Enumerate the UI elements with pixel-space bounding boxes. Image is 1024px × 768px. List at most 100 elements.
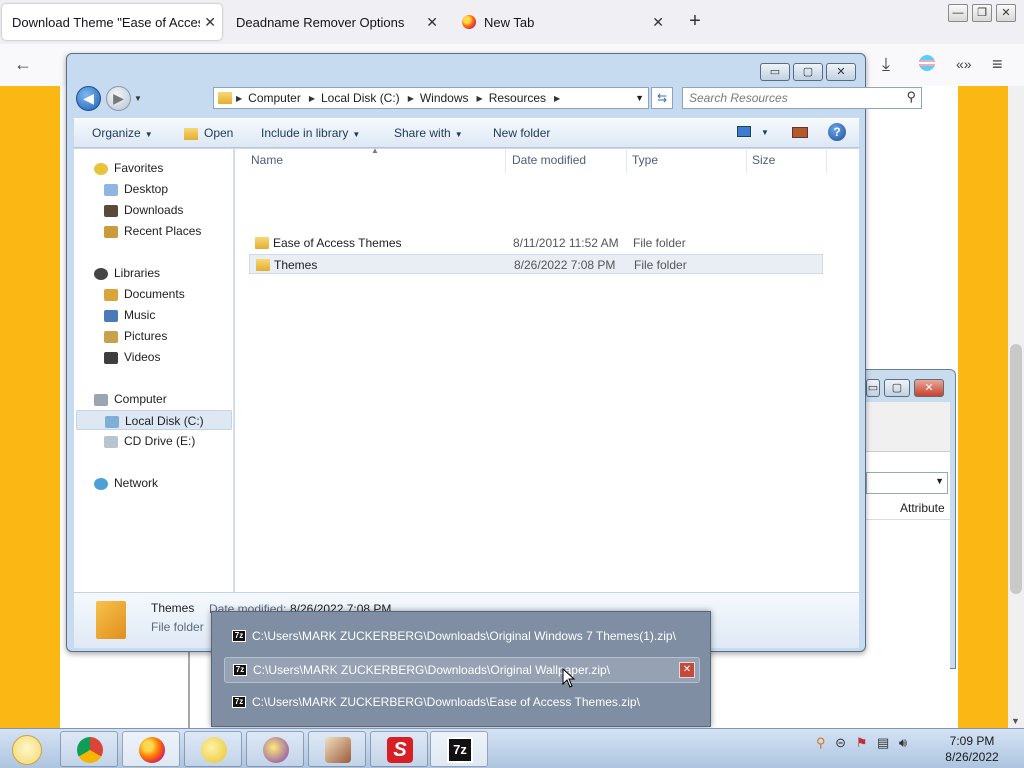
system-tray: ⚲ ⊝ ⚑ ▤ 🔊︎ xyxy=(816,735,907,751)
column-separator[interactable] xyxy=(746,149,747,173)
remove-item-icon[interactable]: ✕ xyxy=(679,662,695,678)
organize-button[interactable]: Organize ▼ xyxy=(92,126,153,140)
close-icon[interactable]: ✕ xyxy=(426,14,438,31)
menu-icon[interactable]: ≡ xyxy=(992,54,1003,75)
download-icon[interactable]: ⤓ xyxy=(882,54,890,75)
recent-pages-chevron-icon[interactable]: ▼ xyxy=(134,94,142,103)
column-header-type[interactable]: Type xyxy=(632,153,658,167)
taskbar-messenger[interactable] xyxy=(184,731,242,767)
flag-tray-icon[interactable]: ⚑ xyxy=(856,735,868,750)
address-combo[interactable]: ▼ xyxy=(866,472,948,494)
minimize-button[interactable]: ▭ xyxy=(760,63,790,81)
volume-icon[interactable]: 🔊︎ xyxy=(899,735,907,750)
address-dropdown-icon[interactable]: ▼ xyxy=(635,93,644,103)
breadcrumb-windows[interactable]: Windows xyxy=(414,91,477,105)
search-input[interactable]: Search Resources ⚲ xyxy=(682,87,922,109)
tab-title: Deadname Remover Options xyxy=(236,14,405,30)
preview-pane-button[interactable] xyxy=(792,125,808,139)
taskbar-app[interactable] xyxy=(308,731,366,767)
column-header-date-modified[interactable]: Date modified xyxy=(512,153,586,167)
column-separator[interactable] xyxy=(626,149,627,173)
maximize-button[interactable]: ▢ xyxy=(793,63,823,81)
chrome-icon xyxy=(77,737,103,763)
column-separator[interactable] xyxy=(505,149,506,173)
address-bar[interactable]: ▶ Computer ▶ Local Disk (C:) ▶ Windows ▶… xyxy=(213,87,649,109)
file-row-ease-of-access-themes[interactable]: Ease of Access Themes 8/11/2012 11:52 AM… xyxy=(249,233,823,253)
taskbar-s-app[interactable]: S xyxy=(370,731,428,767)
minimize-button[interactable]: — xyxy=(948,4,968,22)
tab-new-tab[interactable]: New Tab ✕ xyxy=(452,4,670,40)
start-button[interactable] xyxy=(2,731,54,767)
extension-flag-icon[interactable] xyxy=(918,54,936,77)
sort-ascending-icon: ▲ xyxy=(371,146,379,155)
open-button[interactable]: Open xyxy=(184,126,233,140)
nav-local-disk[interactable]: Local Disk (C:) xyxy=(76,410,232,430)
include-in-library-button[interactable]: Include in library ▼ xyxy=(261,126,360,140)
chevron-down-icon[interactable]: ▼ xyxy=(935,476,944,486)
nav-label: Local Disk (C:) xyxy=(125,414,204,428)
maximize-button[interactable]: ▢ xyxy=(884,379,910,397)
file-row-themes[interactable]: Themes 8/26/2022 7:08 PM File folder xyxy=(249,254,823,274)
page-content-right xyxy=(958,86,1008,728)
7zip-icon: 7z xyxy=(233,664,247,676)
search-tray-icon[interactable]: ⚲ xyxy=(816,735,826,750)
close-window-button[interactable]: ✕ xyxy=(914,379,944,397)
back-button[interactable]: ◀ xyxy=(76,86,101,111)
jump-list-item[interactable]: 7z C:\Users\MARK ZUCKERBERG\Downloads\Or… xyxy=(224,657,700,683)
taskbar-7zip[interactable]: 7z xyxy=(430,731,488,767)
scrollbar-thumb[interactable] xyxy=(1010,344,1022,594)
firefox-icon xyxy=(139,737,165,763)
background-7zip-window[interactable]: ▭ ▢ ✕ ▼ Attribute xyxy=(866,369,956,672)
breadcrumb-computer[interactable]: Computer xyxy=(242,91,309,105)
breadcrumb-local-disk[interactable]: Local Disk (C:) xyxy=(315,91,408,105)
column-header-size[interactable]: Size xyxy=(752,153,775,167)
7zip-jump-list: 7z C:\Users\MARK ZUCKERBERG\Downloads\Or… xyxy=(211,611,711,727)
close-window-button[interactable]: ✕ xyxy=(996,4,1016,22)
extension-icon[interactable]: «» xyxy=(956,56,972,72)
jump-list-item[interactable]: 7z C:\Users\MARK ZUCKERBERG\Downloads\Or… xyxy=(224,624,700,650)
include-in-library-label: Include in library xyxy=(261,126,349,140)
nav-favorites[interactable]: Favorites xyxy=(94,158,250,178)
refresh-button[interactable]: ⇆ xyxy=(651,87,673,109)
nav-libraries[interactable]: Libraries xyxy=(94,263,250,283)
documents-icon xyxy=(104,288,118,301)
share-with-button[interactable]: Share with ▼ xyxy=(394,126,463,140)
close-window-button[interactable]: ✕ xyxy=(826,63,856,81)
search-icon[interactable]: ⚲ xyxy=(906,89,916,105)
close-icon[interactable]: ✕ xyxy=(652,14,664,31)
tab-deadname-remover-options[interactable]: Deadname Remover Options ✕ xyxy=(226,4,444,40)
scroll-down-arrow-icon[interactable]: ▼ xyxy=(1011,716,1020,726)
nav-label: Favorites xyxy=(114,161,164,175)
column-separator[interactable] xyxy=(826,149,827,173)
back-arrow-icon[interactable]: ← xyxy=(14,54,32,75)
nav-network[interactable]: Network xyxy=(94,473,250,493)
status-tray-icon[interactable]: ⊝ xyxy=(835,735,846,750)
change-view-button[interactable]: ▼ xyxy=(737,124,769,138)
nav-computer[interactable]: Computer xyxy=(94,389,250,409)
minimize-button[interactable]: ▭ xyxy=(866,379,880,397)
breadcrumb-separator-icon[interactable]: ▶ xyxy=(554,94,560,103)
nav-label: Desktop xyxy=(124,182,169,196)
new-folder-button[interactable]: New folder xyxy=(493,126,550,140)
file-list[interactable]: ▲ Name Date modified Type Size Ease of A… xyxy=(235,146,859,592)
clock[interactable]: 7:09 PM 8/26/2022 xyxy=(932,733,1012,765)
column-header-name[interactable]: Name xyxy=(251,153,283,167)
forward-button[interactable]: ▶ xyxy=(106,86,131,111)
network-tray-icon[interactable]: ▤ xyxy=(877,735,889,750)
restore-button[interactable]: ❐ xyxy=(972,4,992,22)
breadcrumb-resources[interactable]: Resources xyxy=(483,91,554,105)
column-header-attributes[interactable]: Attribute xyxy=(866,498,950,520)
jump-list-item[interactable]: 7z C:\Users\MARK ZUCKERBERG\Downloads\Ea… xyxy=(224,690,700,716)
explorer-window[interactable]: ▭ ▢ ✕ ◀ ▶ ▼ ▶ Computer ▶ Local Disk (C:)… xyxy=(66,53,922,652)
tab-download-theme[interactable]: Download Theme "Ease of Access T ✕ xyxy=(2,4,222,40)
close-icon[interactable]: ✕ xyxy=(204,14,216,31)
7zip-icon: 7z xyxy=(232,696,246,708)
chevron-down-icon: ▼ xyxy=(454,130,463,139)
taskbar-firefox[interactable] xyxy=(122,731,180,767)
new-tab-button[interactable]: + xyxy=(684,10,706,33)
file-name: Themes xyxy=(274,258,318,272)
help-icon[interactable]: ? xyxy=(828,123,846,141)
taskbar-yahoo-messenger[interactable] xyxy=(246,731,304,767)
taskbar-chrome[interactable] xyxy=(60,731,118,767)
page-scrollbar[interactable]: ▼ xyxy=(1008,86,1024,728)
